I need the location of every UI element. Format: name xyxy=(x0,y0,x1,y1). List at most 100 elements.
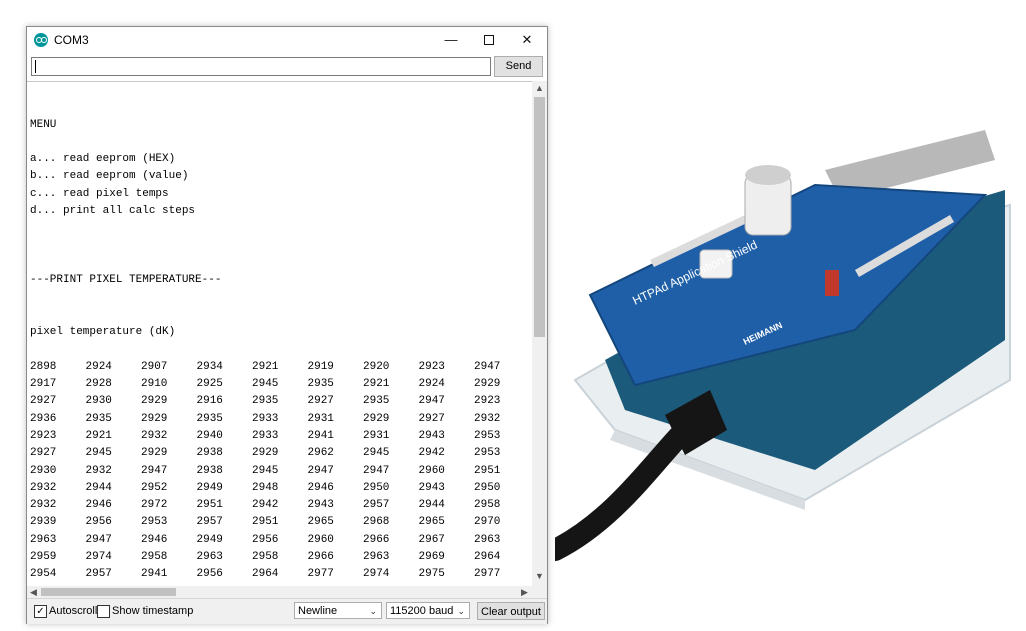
pixel-row: 295929742958296329582966296329692964: xyxy=(30,549,532,566)
pixel-value: 2921 xyxy=(85,429,112,442)
pixel-value: 2951 xyxy=(474,464,501,477)
pixel-value: 2948 xyxy=(252,481,279,494)
pixel-value: 2950 xyxy=(474,481,501,494)
serial-send-input[interactable] xyxy=(31,57,491,76)
arduino-board-photo: HTPAd Application Shield HEIMANN xyxy=(555,130,1011,561)
pixel-value: 2942 xyxy=(418,447,445,460)
pixel-value: 2964 xyxy=(474,551,501,564)
pixel-row: 292329212932294029332941293129432953: xyxy=(30,428,532,445)
pixel-value: 2966 xyxy=(307,551,334,564)
pixel-value: 2942 xyxy=(252,499,279,512)
console-line: pixel temperature (dK) xyxy=(30,326,176,339)
pixel-value: 2963 xyxy=(30,533,57,546)
pixel-value: 2959 xyxy=(30,551,57,564)
pixel-value: 2939 xyxy=(30,516,57,529)
pixel-value: 2958 xyxy=(474,499,501,512)
horizontal-scrollbar[interactable]: ◀ ▶ xyxy=(27,586,532,598)
pixel-value: 2935 xyxy=(307,378,334,391)
send-button[interactable]: Send xyxy=(494,56,543,77)
scroll-up-icon[interactable]: ▲ xyxy=(535,83,544,93)
vertical-scrollbar[interactable]: ▲ ▼ xyxy=(532,81,547,586)
pixel-value: 2921 xyxy=(363,378,390,391)
pixel-value: 2932 xyxy=(474,412,501,425)
pixel-row: 293229462972295129422943295729442958: xyxy=(30,497,532,514)
sensor-cap xyxy=(745,165,791,185)
pixel-value: 2952 xyxy=(141,481,168,494)
scroll-down-icon[interactable]: ▼ xyxy=(535,571,544,581)
chevron-down-icon: ⌄ xyxy=(457,606,465,616)
pixel-value: 2898 xyxy=(30,360,57,373)
pixel-value: 2944 xyxy=(85,481,112,494)
pixel-value: 2953 xyxy=(474,429,501,442)
pixel-row: 292729302929291629352927293529472923: xyxy=(30,393,532,410)
pixel-value: 2917 xyxy=(30,378,57,391)
pixel-value: 2923 xyxy=(30,429,57,442)
baud-rate-select[interactable]: 115200 baud ⌄ xyxy=(386,602,470,619)
pixel-value: 2910 xyxy=(141,378,168,391)
pixel-value: 2977 xyxy=(474,568,501,581)
pixel-value: 2935 xyxy=(196,412,223,425)
pixel-value: 2945 xyxy=(85,447,112,460)
pixel-value: 2972 xyxy=(141,499,168,512)
scroll-left-icon[interactable]: ◀ xyxy=(30,586,37,598)
pixel-value: 2970 xyxy=(474,516,501,529)
pixel-value: 2932 xyxy=(30,499,57,512)
pixel-value: 2967 xyxy=(418,533,445,546)
pixel-row: 293229442952294929482946295029432950: xyxy=(30,480,532,497)
serial-output-area[interactable]: MENU a... read eeprom (HEX) b... read eepr… xyxy=(27,81,532,587)
pixel-value: 2929 xyxy=(141,447,168,460)
clear-output-button[interactable]: Clear output xyxy=(477,602,545,620)
line-ending-select[interactable]: Newline ⌄ xyxy=(294,602,382,619)
console-text: MENU a... read eeprom (HEX) b... read eepr… xyxy=(30,82,532,584)
timestamp-checkbox[interactable] xyxy=(97,605,110,618)
pixel-value: 2975 xyxy=(418,568,445,581)
pixel-value: 2927 xyxy=(30,447,57,460)
close-button[interactable]: ✕ xyxy=(508,27,546,53)
title-bar[interactable]: COM3 — ✕ xyxy=(27,27,547,53)
pixel-value: 2920 xyxy=(363,360,390,373)
pixel-value: 2958 xyxy=(141,551,168,564)
pixel-value: 2927 xyxy=(418,412,445,425)
pixel-value: 2947 xyxy=(418,395,445,408)
pixel-value: 2924 xyxy=(418,378,445,391)
pixel-value: 2947 xyxy=(141,464,168,477)
pixel-value: 2932 xyxy=(85,464,112,477)
pixel-value: 2930 xyxy=(30,464,57,477)
horizontal-scroll-thumb[interactable] xyxy=(41,588,176,596)
pixel-value: 2963 xyxy=(474,533,501,546)
pixel-value: 2947 xyxy=(474,360,501,373)
text-caret xyxy=(35,60,36,73)
pixel-value: 2966 xyxy=(363,533,390,546)
pixel-value: 2946 xyxy=(85,499,112,512)
pixel-value: 2927 xyxy=(30,395,57,408)
pixel-value: 2956 xyxy=(252,533,279,546)
pixel-value: 2916 xyxy=(196,395,223,408)
pixel-row: 291729282910292529452935292129242929: xyxy=(30,376,532,393)
pixel-value: 2957 xyxy=(363,499,390,512)
status-bar: ✓ Autoscroll Show timestamp Newline ⌄ 11… xyxy=(27,598,547,624)
pixel-value: 2945 xyxy=(252,464,279,477)
pixel-value: 2941 xyxy=(307,429,334,442)
pixel-value: 2940 xyxy=(196,429,223,442)
pixel-value: 2935 xyxy=(85,412,112,425)
pixel-value: 2974 xyxy=(85,551,112,564)
baud-rate-value: 115200 baud xyxy=(390,605,454,617)
pixel-value: 2919 xyxy=(307,360,334,373)
pixel-value: 2956 xyxy=(196,568,223,581)
minimize-button[interactable]: — xyxy=(432,27,470,53)
vertical-scroll-thumb[interactable] xyxy=(534,97,545,337)
pixel-value: 2962 xyxy=(307,447,334,460)
pixel-value: 2949 xyxy=(196,481,223,494)
console-line: c... read pixel temps xyxy=(30,187,169,200)
autoscroll-checkbox[interactable]: ✓ xyxy=(34,605,47,618)
pixel-row: 293929562953295729512965296829652970: xyxy=(30,514,532,531)
pixel-value: 2946 xyxy=(141,533,168,546)
scroll-right-icon[interactable]: ▶ xyxy=(521,586,528,598)
pixel-value: 2929 xyxy=(252,447,279,460)
maximize-button[interactable] xyxy=(470,27,508,53)
